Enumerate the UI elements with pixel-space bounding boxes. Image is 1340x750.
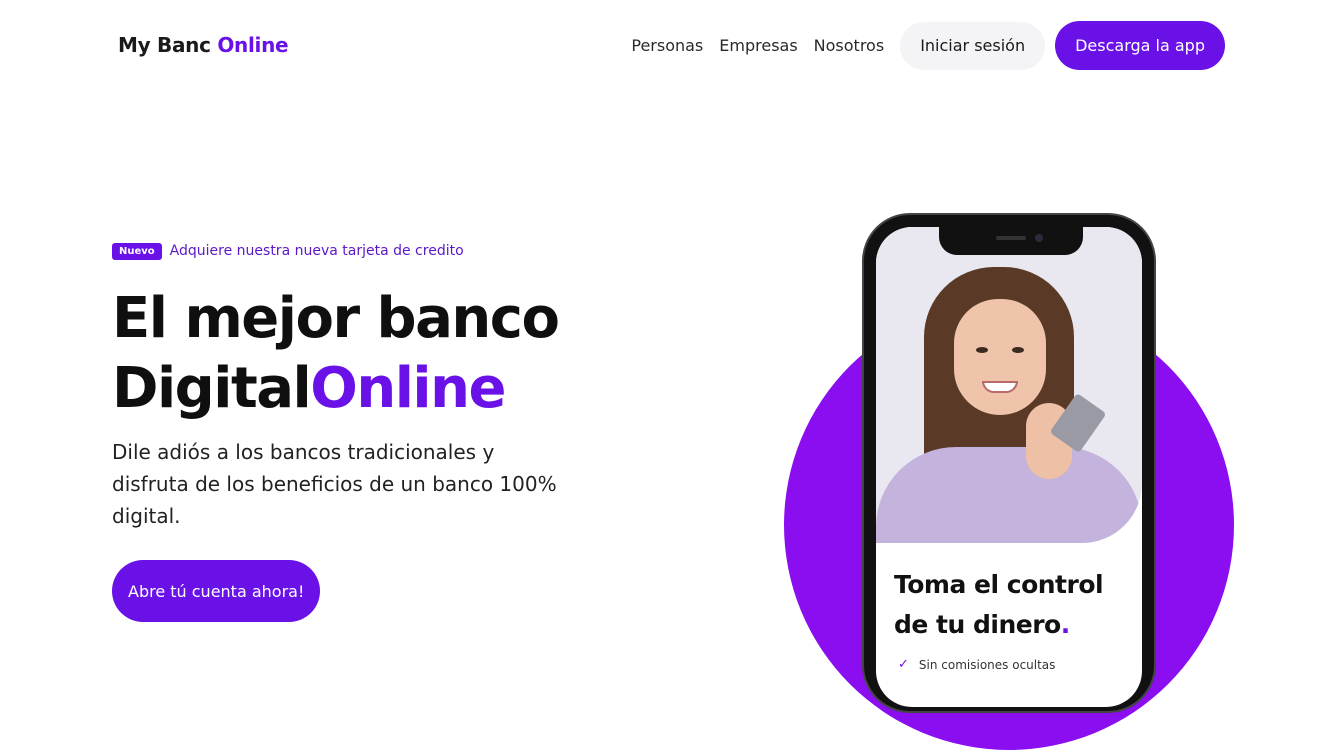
- phone-headline-line2: de tu dinero: [894, 610, 1061, 639]
- phone-mockup: Toma el control de tu dinero. ✓ Sin comi…: [862, 213, 1156, 713]
- photo-face: [954, 299, 1046, 415]
- hero-subtitle: Dile adiós a los bancos tradicionales y …: [112, 440, 557, 528]
- check-icon: ✓: [898, 657, 909, 672]
- download-app-button[interactable]: Descarga la app: [1055, 21, 1225, 70]
- speaker-icon: [996, 236, 1026, 240]
- photo-sweater: [876, 447, 1142, 543]
- nav-links: Personas Empresas Nosotros Iniciar sesió…: [631, 21, 1225, 70]
- photo-smile: [982, 381, 1018, 393]
- nav-link-nosotros[interactable]: Nosotros: [814, 36, 885, 55]
- phone-headline-dot: .: [1060, 610, 1071, 639]
- phone-notch: [939, 227, 1083, 255]
- new-badge: Nuevo: [112, 242, 162, 260]
- promo-banner[interactable]: Nuevo Adquiere nuestra nueva tarjeta de …: [112, 240, 672, 262]
- hero-title-accent: Online: [310, 356, 506, 421]
- photo-eye-left: [976, 347, 988, 353]
- hero-title-line2a: Digital: [112, 356, 312, 421]
- logo-accent-text: Online: [217, 33, 289, 57]
- hero-title-line1: El mejor banco: [112, 286, 560, 351]
- nav-link-empresas[interactable]: Empresas: [719, 36, 797, 55]
- phone-screen: Toma el control de tu dinero. ✓ Sin comi…: [876, 227, 1142, 707]
- login-button[interactable]: Iniciar sesión: [900, 21, 1046, 70]
- phone-feature-item: ✓ Sin comisiones ocultas: [898, 657, 1055, 672]
- phone-headline-line1: Toma el control: [894, 570, 1104, 599]
- photo-eye-right: [1012, 347, 1024, 353]
- hero-title: El mejor banco DigitalOnline: [112, 284, 672, 424]
- phone-feature-text: Sin comisiones ocultas: [918, 657, 1056, 672]
- open-account-button[interactable]: Abre tú cuenta ahora!: [112, 560, 321, 622]
- logo-text: My Banc: [118, 33, 218, 57]
- hero-section: Nuevo Adquiere nuestra nueva tarjeta de …: [112, 240, 672, 622]
- brand-logo[interactable]: My Banc Online: [118, 33, 289, 57]
- camera-icon: [1035, 234, 1043, 242]
- woman-with-card-photo: [876, 227, 1142, 543]
- promo-text[interactable]: Adquiere nuestra nueva tarjeta de credit…: [170, 243, 464, 259]
- top-navbar: My Banc Online Personas Empresas Nosotro…: [0, 0, 1340, 92]
- phone-headline: Toma el control de tu dinero.: [894, 565, 1104, 645]
- nav-link-personas[interactable]: Personas: [631, 36, 703, 55]
